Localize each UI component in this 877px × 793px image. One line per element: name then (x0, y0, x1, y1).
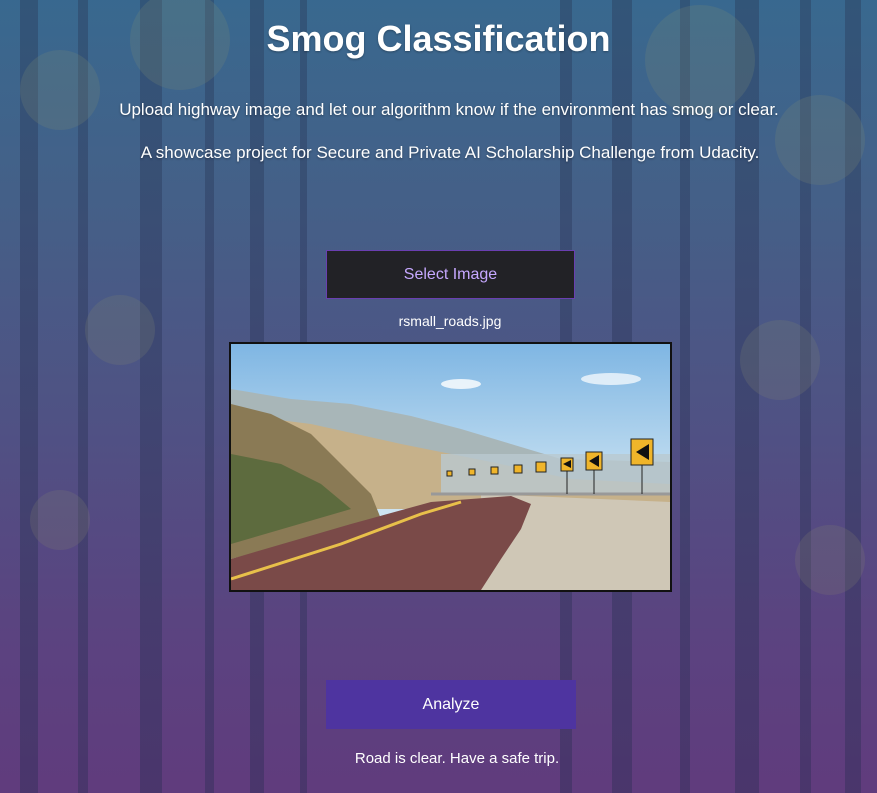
road-photo (231, 344, 670, 590)
page-title: Smog Classification (266, 18, 611, 59)
select-image-button[interactable]: Select Image (326, 250, 575, 299)
analyze-button[interactable]: Analyze (326, 680, 576, 729)
page-description: Upload highway image and let our algorit… (119, 100, 779, 119)
showcase-text: A showcase project for Secure and Privat… (140, 143, 760, 162)
page-content: Smog Classification Upload highway image… (0, 0, 877, 793)
selected-filename: rsmall_roads.jpg (398, 313, 502, 329)
result-message: Road is clear. Have a safe trip. (354, 750, 560, 767)
image-preview (229, 342, 672, 592)
